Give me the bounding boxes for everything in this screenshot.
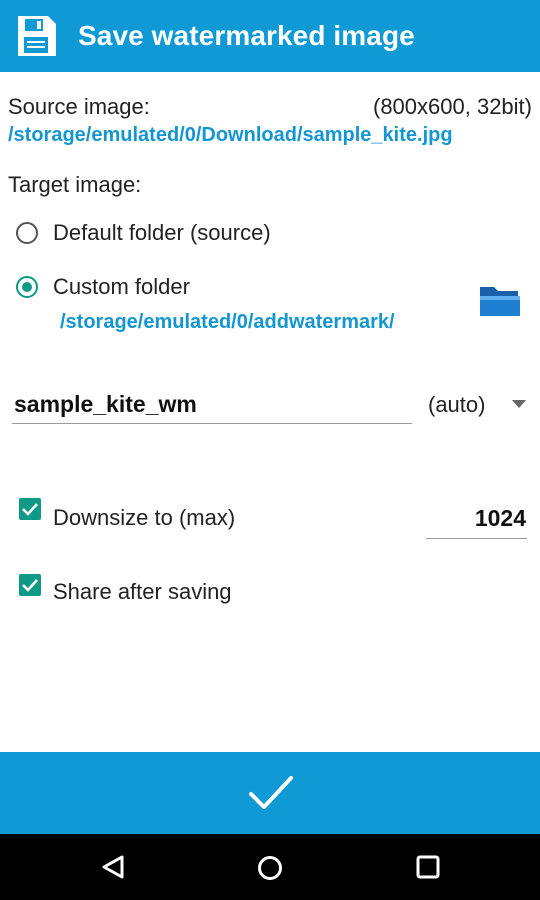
checkmark-icon bbox=[22, 503, 38, 516]
downsize-checkbox[interactable] bbox=[19, 498, 41, 520]
source-label: Source image: bbox=[8, 94, 150, 119]
custom-folder-path[interactable]: /storage/emulated/0/addwatermark/ bbox=[60, 311, 395, 334]
format-dropdown[interactable]: (auto) bbox=[428, 392, 532, 420]
radio-default-folder[interactable]: Default folder (source) bbox=[16, 220, 316, 250]
back-icon[interactable] bbox=[100, 854, 126, 880]
source-path: /storage/emulated/0/Download/sample_kite… bbox=[8, 124, 453, 146]
dropdown-arrow-icon bbox=[512, 400, 526, 408]
system-nav-bar bbox=[0, 834, 540, 900]
downsize-value-input[interactable]: 1024 bbox=[426, 505, 526, 532]
target-label: Target image: bbox=[8, 172, 142, 197]
confirm-button[interactable] bbox=[0, 752, 540, 834]
radio-custom-indicator[interactable] bbox=[16, 276, 38, 298]
radio-custom-folder[interactable]: Custom folder bbox=[16, 274, 316, 304]
share-label: Share after saving bbox=[53, 579, 232, 604]
downsize-underline bbox=[426, 538, 527, 539]
filename-underline bbox=[12, 423, 412, 424]
radio-custom-label: Custom folder bbox=[53, 274, 190, 299]
save-floppy-icon bbox=[18, 16, 56, 56]
checkmark-icon bbox=[22, 579, 38, 592]
format-value: (auto) bbox=[428, 392, 486, 417]
checkmark-icon bbox=[249, 776, 293, 809]
filename-input[interactable]: sample_kite_wm bbox=[14, 391, 197, 418]
page-title: Save watermarked image bbox=[78, 20, 415, 51]
folder-icon[interactable] bbox=[478, 282, 522, 318]
source-info: (800x600, 32bit) bbox=[373, 94, 532, 119]
radio-default-indicator[interactable] bbox=[16, 222, 38, 244]
home-icon[interactable] bbox=[256, 854, 284, 882]
downsize-label: Downsize to (max) bbox=[53, 505, 236, 530]
title-bar: Save watermarked image bbox=[0, 0, 540, 72]
radio-default-label: Default folder (source) bbox=[53, 220, 271, 245]
share-checkbox[interactable] bbox=[19, 574, 41, 596]
recents-icon[interactable] bbox=[415, 854, 441, 880]
